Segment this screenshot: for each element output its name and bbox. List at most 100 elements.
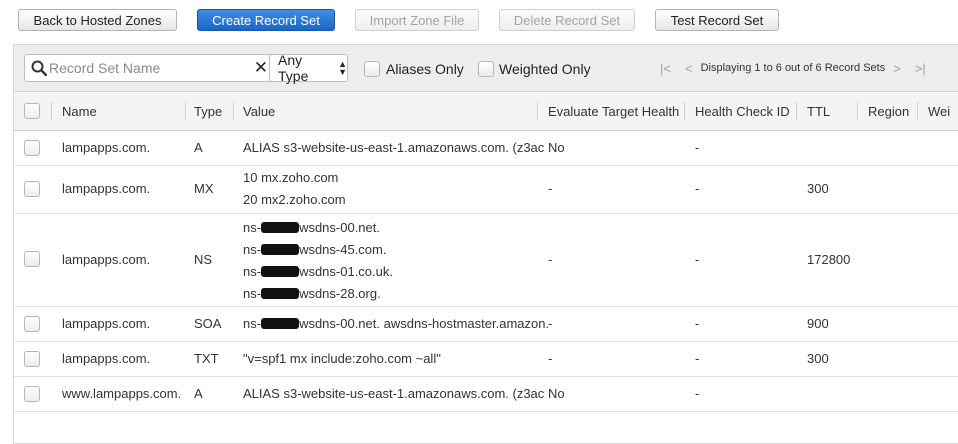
column-divider <box>917 102 918 120</box>
column-header-ttl[interactable]: TTL <box>807 104 830 119</box>
row-checkbox[interactable] <box>24 351 40 367</box>
value-line: 10 mx.zoho.com <box>243 170 339 185</box>
record-type: SOA <box>194 316 222 331</box>
pagination-text: Displaying 1 to 6 out of 6 Record Sets <box>700 62 886 74</box>
record-health-check-id: - <box>695 351 700 366</box>
record-value: ALIAS s3-website-us-east-1.amazonaws.com… <box>243 140 545 155</box>
table-row[interactable]: lampapps.com. A ALIAS s3-website-us-east… <box>14 131 958 166</box>
record-name: lampapps.com. <box>62 181 151 196</box>
column-header-evaluate-target-health[interactable]: Evaluate Target Health <box>548 104 679 119</box>
redaction-mark <box>261 222 300 233</box>
record-health-check-id: - <box>695 181 700 196</box>
record-type: MX <box>194 181 214 196</box>
value-line: ns-wsdns-28.org. <box>243 283 393 305</box>
select-all-checkbox[interactable] <box>24 103 40 119</box>
record-value: 10 mx.zoho.com 20 mx2.zoho.com <box>243 167 346 211</box>
record-name: lampapps.com. <box>62 316 151 331</box>
value-line: ns-wsdns-45.com. <box>243 239 393 261</box>
record-value: ns-wsdns-00.net. ns-wsdns-45.com. ns-wsd… <box>243 217 393 305</box>
record-value: ALIAS s3-website-us-east-1.amazonaws.com… <box>243 386 545 401</box>
table-row[interactable]: lampapps.com. TXT "v=spf1 mx include:zoh… <box>14 342 958 377</box>
value-suffix: wsdns-01.co.uk. <box>299 264 393 279</box>
column-divider <box>537 102 538 120</box>
record-name: lampapps.com. <box>62 140 151 155</box>
weighted-only-checkbox[interactable] <box>478 61 494 77</box>
record-evaluate-target-health: No <box>548 140 565 155</box>
record-type: A <box>194 140 203 155</box>
column-divider <box>185 102 186 120</box>
column-header-type[interactable]: Type <box>194 104 222 119</box>
delete-record-set-button[interactable]: Delete Record Set <box>499 9 635 31</box>
column-header-value[interactable]: Value <box>243 104 275 119</box>
pagination: |< < Displaying 1 to 6 out of 6 Record S… <box>660 58 926 78</box>
redaction-mark <box>261 266 300 277</box>
row-checkbox[interactable] <box>24 251 40 267</box>
redaction-mark <box>261 318 300 329</box>
record-evaluate-target-health: - <box>548 252 553 267</box>
value-line: 20 mx2.zoho.com <box>243 192 346 207</box>
row-checkbox[interactable] <box>24 181 40 197</box>
record-name: lampapps.com. <box>62 252 151 267</box>
search-box[interactable]: Record Set Name ✕ <box>24 54 276 82</box>
record-ttl: 300 <box>807 351 829 366</box>
row-checkbox[interactable] <box>24 140 40 156</box>
search-input[interactable]: Record Set Name <box>49 60 254 76</box>
weighted-only-label: Weighted Only <box>499 61 591 77</box>
column-divider <box>51 102 52 120</box>
value-prefix: ns- <box>243 220 262 235</box>
record-type: A <box>194 386 203 401</box>
row-checkbox[interactable] <box>24 316 40 332</box>
column-header-weight[interactable]: Wei <box>928 104 950 119</box>
row-checkbox[interactable] <box>24 386 40 402</box>
record-evaluate-target-health: - <box>548 351 553 366</box>
record-name: lampapps.com. <box>62 351 151 366</box>
record-sets-panel: Record Set Name ✕ Any Type ▲ ▼ Aliases On… <box>13 44 958 444</box>
redaction-mark <box>261 288 300 299</box>
next-page-icon[interactable]: > <box>893 61 901 76</box>
record-value: ns-wsdns-00.net. awsdns-hostmaster.amazo… <box>243 316 549 331</box>
last-page-icon[interactable]: >| <box>915 61 926 76</box>
record-ttl: 900 <box>807 316 829 331</box>
redaction-mark <box>261 244 300 255</box>
type-filter-value: Any Type <box>278 52 309 84</box>
value-prefix: ns- <box>243 264 262 279</box>
record-type: NS <box>194 252 213 267</box>
create-record-set-button[interactable]: Create Record Set <box>197 9 335 31</box>
import-zone-file-button[interactable]: Import Zone File <box>355 9 479 31</box>
first-page-icon[interactable]: |< <box>660 61 671 76</box>
table-row[interactable]: www.lampapps.com. A ALIAS s3-website-us-… <box>14 377 958 412</box>
record-ttl: 172800 <box>807 252 851 267</box>
column-header-name[interactable]: Name <box>62 104 97 119</box>
aliases-only-label: Aliases Only <box>386 61 464 77</box>
aliases-only-checkbox[interactable] <box>364 61 380 77</box>
table-header: Name Type Value Evaluate Target Health H… <box>14 92 958 131</box>
value-prefix: ns- <box>243 242 262 257</box>
record-evaluate-target-health: - <box>548 316 553 331</box>
top-toolbar: Back to Hosted Zones Create Record Set I… <box>0 0 958 40</box>
value-suffix: wsdns-00.net. awsdns-hostmaster.amazon. <box>299 316 550 331</box>
column-divider <box>796 102 797 120</box>
record-health-check-id: - <box>695 316 700 331</box>
table-row[interactable]: lampapps.com. MX 10 mx.zoho.com 20 mx2.z… <box>14 166 958 214</box>
table-row[interactable]: lampapps.com. SOA ns-wsdns-00.net. awsdn… <box>14 307 958 342</box>
column-divider <box>857 102 858 120</box>
search-icon <box>31 60 47 76</box>
back-to-hosted-zones-button[interactable]: Back to Hosted Zones <box>18 9 177 31</box>
select-arrows-icon: ▲ ▼ <box>338 59 347 77</box>
record-ttl: 300 <box>807 181 829 196</box>
column-header-region[interactable]: Region <box>868 104 909 119</box>
record-health-check-id: - <box>695 252 700 267</box>
clear-search-icon[interactable]: ✕ <box>254 58 268 78</box>
filter-bar: Record Set Name ✕ Any Type ▲ ▼ Aliases On… <box>14 45 958 92</box>
test-record-set-button[interactable]: Test Record Set <box>655 9 779 31</box>
type-filter-select[interactable]: Any Type ▲ ▼ <box>269 52 348 84</box>
record-health-check-id: - <box>695 386 700 401</box>
value-prefix: ns- <box>243 316 262 331</box>
record-type: TXT <box>194 351 219 366</box>
table-row[interactable]: lampapps.com. NS ns-wsdns-00.net. ns-wsd… <box>14 214 958 307</box>
value-line: ns-wsdns-00.net. <box>243 217 393 239</box>
record-name: www.lampapps.com. <box>62 386 182 401</box>
prev-page-icon[interactable]: < <box>685 61 693 76</box>
column-header-health-check-id[interactable]: Health Check ID <box>695 104 790 119</box>
record-evaluate-target-health: No <box>548 386 565 401</box>
